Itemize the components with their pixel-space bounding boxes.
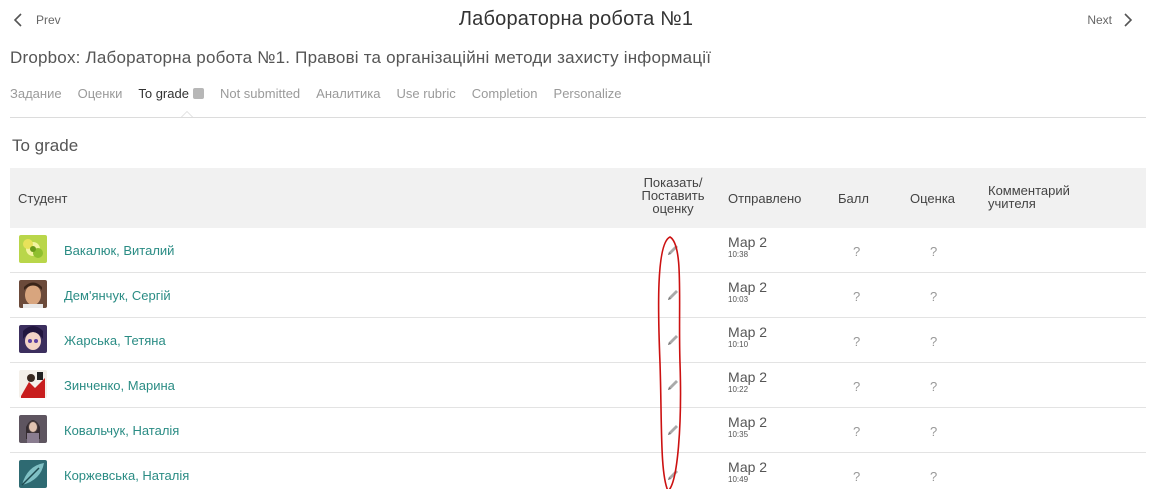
sent-timestamp: Мар 2 10:49	[728, 460, 767, 485]
student-name-link[interactable]: Дем'янчук, Сергій	[64, 288, 171, 303]
sent-time: 10:38	[728, 250, 749, 259]
student-name-link[interactable]: Зинченко, Марина	[64, 378, 175, 393]
pencil-icon[interactable]	[666, 423, 680, 437]
grade-value: ?	[930, 424, 938, 439]
grade-value: ?	[930, 289, 938, 304]
header-score: Балл	[838, 191, 869, 206]
sent-timestamp: Мар 2 10:10	[728, 325, 767, 350]
table-header: Студент Показать/ Поставить оценку Отпра…	[10, 168, 1146, 228]
sent-date: Мар 2	[728, 459, 768, 475]
sent-timestamp: Мар 2 10:22	[728, 370, 767, 395]
avatar-anime-image	[19, 325, 47, 353]
grade-value: ?	[930, 469, 938, 484]
table-row: Вакалюк, Виталий Мар 2 10:38 ? ?	[10, 228, 1146, 273]
sent-date: Мар 2	[728, 234, 768, 250]
tab-bar: Задание Оценки To grade Not submitted Ан…	[10, 86, 622, 118]
sent-date: Мар 2	[728, 324, 768, 340]
header-grade: Оценка	[910, 191, 956, 206]
grade-value: ?	[930, 334, 938, 349]
pencil-icon[interactable]	[666, 468, 680, 482]
tab-to-grade-label: To grade	[138, 86, 189, 101]
next-button[interactable]: Next	[1087, 12, 1136, 28]
table-row: Ковальчук, Наталія Мар 2 10:35 ? ?	[10, 408, 1146, 453]
tab-use-rubric[interactable]: Use rubric	[397, 86, 456, 101]
score-value: ?	[853, 289, 861, 304]
count-badge	[192, 88, 204, 99]
grade-value: ?	[930, 379, 938, 394]
score-value: ?	[853, 334, 861, 349]
score-value: ?	[853, 469, 861, 484]
grade-value: ?	[930, 244, 938, 259]
avatar-man-image	[19, 280, 47, 308]
avatar[interactable]	[19, 415, 47, 443]
avatar[interactable]	[19, 370, 47, 398]
table-row: Зинченко, Марина Мар 2 10:22 ? ?	[10, 363, 1146, 408]
sent-time: 10:49	[728, 475, 749, 484]
sent-timestamp: Мар 2 10:35	[728, 415, 767, 440]
sent-time: 10:35	[728, 430, 749, 439]
pencil-icon[interactable]	[666, 378, 680, 392]
avatar-leaf-image	[19, 460, 47, 488]
tabs-divider	[10, 117, 1146, 118]
sent-time: 10:10	[728, 340, 749, 349]
student-name-link[interactable]: Ковальчук, Наталія	[64, 423, 179, 438]
sent-time: 10:03	[728, 295, 749, 304]
chevron-right-icon	[1124, 13, 1133, 27]
sent-date: Мар 2	[728, 414, 768, 430]
avatar[interactable]	[19, 235, 47, 263]
table-row: Дем'янчук, Сергій Мар 2 10:03 ? ?	[10, 273, 1146, 318]
table-row: Коржевська, Наталія Мар 2 10:49 ? ?	[10, 453, 1146, 489]
dropbox-subtitle: Dropbox: Лабораторна робота №1. Правові …	[10, 48, 712, 67]
next-label: Next	[1087, 13, 1112, 27]
sent-timestamp: Мар 2 10:03	[728, 280, 767, 305]
avatar-red-image	[19, 370, 47, 398]
score-value: ?	[853, 424, 861, 439]
avatar-flower-image	[19, 235, 47, 263]
student-name-link[interactable]: Коржевська, Наталія	[64, 468, 189, 483]
header-comment: Комментарий учителя	[988, 184, 1108, 210]
pencil-icon[interactable]	[666, 288, 680, 302]
tab-grades[interactable]: Оценки	[78, 86, 123, 101]
top-navigation: Prev Лабораторна робота №1 Next	[0, 0, 1152, 42]
avatar[interactable]	[19, 280, 47, 308]
sent-timestamp: Мар 2 10:38	[728, 235, 767, 260]
page-title: Лабораторна робота №1	[458, 8, 694, 30]
tab-assignment[interactable]: Задание	[10, 86, 62, 101]
tab-to-grade[interactable]: To grade	[138, 86, 204, 118]
tab-personalize[interactable]: Personalize	[554, 86, 622, 101]
sent-time: 10:22	[728, 385, 749, 394]
header-student[interactable]: Студент	[18, 192, 68, 205]
header-comment-line2: учителя	[988, 196, 1036, 211]
tab-analytics[interactable]: Аналитика	[316, 86, 380, 101]
header-sent[interactable]: Отправлено	[728, 192, 801, 205]
tab-completion[interactable]: Completion	[472, 86, 538, 101]
score-value: ?	[853, 244, 861, 259]
student-name-link[interactable]: Жарська, Тетяна	[64, 333, 166, 348]
student-name-link[interactable]: Вакалюк, Виталий	[64, 243, 174, 258]
sent-date: Мар 2	[728, 279, 768, 295]
tab-not-submitted[interactable]: Not submitted	[220, 86, 300, 101]
avatar[interactable]	[19, 460, 47, 488]
avatar-woman-image	[19, 415, 47, 443]
avatar[interactable]	[19, 325, 47, 353]
header-show-line3: оценку	[652, 201, 694, 216]
section-title: To grade	[12, 136, 79, 155]
table-row: Жарська, Тетяна Мар 2 10:10 ? ?	[10, 318, 1146, 363]
sent-date: Мар 2	[728, 369, 768, 385]
score-value: ?	[853, 379, 861, 394]
pencil-icon[interactable]	[666, 333, 680, 347]
header-show-grade: Показать/ Поставить оценку	[632, 176, 714, 215]
submissions-table: Студент Показать/ Поставить оценку Отпра…	[10, 168, 1146, 489]
pencil-icon[interactable]	[666, 243, 680, 257]
